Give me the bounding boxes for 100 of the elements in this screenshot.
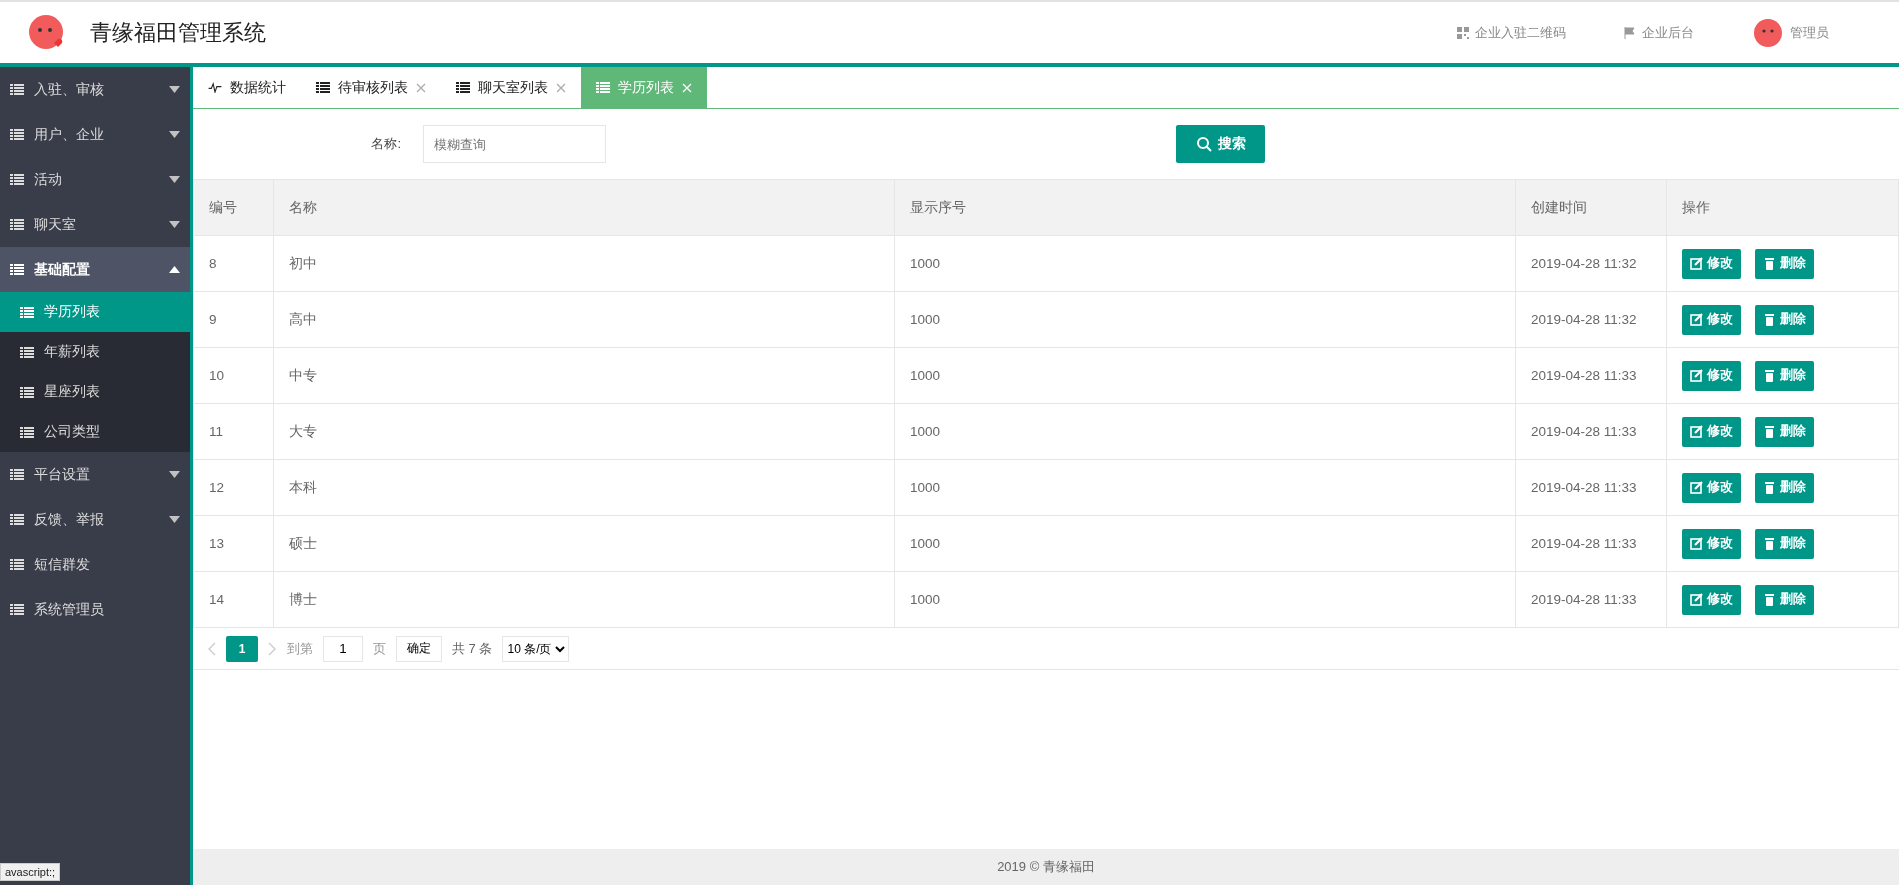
user-name[interactable]: 管理员 [1790, 23, 1829, 42]
footer-text: 2019 © 青缘福田 [193, 849, 1899, 885]
search-icon [1195, 136, 1212, 152]
avatar-icon [1752, 16, 1784, 49]
goto-label: 到第 [287, 639, 313, 658]
delete-button[interactable]: 删除 [1755, 472, 1814, 503]
trash-icon [1763, 481, 1776, 494]
delete-button[interactable]: 删除 [1755, 416, 1814, 447]
link-label: 企业入驻二维码 [1475, 23, 1566, 42]
edit-button[interactable]: 修改 [1682, 472, 1741, 503]
list-icon [10, 84, 24, 95]
sidebar-item[interactable]: 入驻、审核 [0, 67, 190, 112]
list-icon [10, 264, 24, 275]
table-cell: 2019-04-28 11:32 [1515, 235, 1667, 292]
column-header: 操作 [1666, 179, 1899, 236]
sidebar-item[interactable]: 基础配置 [0, 247, 190, 292]
tab[interactable]: 学历列表 [581, 67, 707, 108]
list-icon [456, 82, 470, 93]
qrcode-icon [1457, 26, 1469, 39]
list-icon [10, 559, 24, 570]
submenu-item[interactable]: 星座列表 [0, 372, 190, 412]
sidebar-item[interactable]: 聊天室 [0, 202, 190, 247]
table-cell: 1000 [894, 291, 1516, 348]
caret-icon [169, 221, 180, 228]
edit-button[interactable]: 修改 [1682, 248, 1741, 279]
pulse-icon [208, 82, 222, 93]
link-label: 企业后台 [1642, 23, 1694, 42]
trash-icon [1763, 369, 1776, 382]
table-cell: 初中 [273, 235, 895, 292]
sidebar-item[interactable]: 活动 [0, 157, 190, 202]
table-cell: 12 [193, 459, 274, 516]
sidebar-item[interactable]: 反馈、举报 [0, 497, 190, 542]
edit-button[interactable]: 修改 [1682, 528, 1741, 559]
page-unit: 页 [373, 639, 386, 658]
search-button[interactable]: 搜索 [1176, 125, 1265, 163]
table-cell: 14 [193, 571, 274, 628]
page-number[interactable]: 1 [226, 635, 258, 662]
list-icon [10, 514, 24, 525]
trash-icon [1763, 593, 1776, 606]
table-cell: 1000 [894, 515, 1516, 572]
table-cell: 1000 [894, 403, 1516, 460]
edit-button[interactable]: 修改 [1682, 416, 1741, 447]
edit-icon [1690, 369, 1703, 382]
tab[interactable]: 聊天室列表 [441, 67, 581, 108]
field-label: 名称: [370, 135, 402, 153]
table-cell: 大专 [273, 403, 895, 460]
table-cell: 中专 [273, 347, 895, 404]
edit-button[interactable]: 修改 [1682, 584, 1741, 615]
page-size-select[interactable]: 10 条/页 [502, 635, 570, 662]
column-header: 编号 [193, 179, 274, 236]
table-cell: 2019-04-28 11:33 [1515, 571, 1667, 628]
delete-button[interactable]: 删除 [1755, 584, 1814, 615]
page-input[interactable]: 1 [323, 635, 363, 662]
caret-icon [169, 471, 180, 478]
submenu-item[interactable]: 公司类型 [0, 412, 190, 452]
list-icon [10, 174, 24, 185]
trash-icon [1763, 313, 1776, 326]
delete-button[interactable]: 删除 [1755, 248, 1814, 279]
table-cell: 硕士 [273, 515, 895, 572]
table-cell: 2019-04-28 11:32 [1515, 291, 1667, 348]
sidebar-item[interactable]: 短信群发 [0, 542, 190, 587]
list-icon [10, 129, 24, 140]
table-cell: 高中 [273, 291, 895, 348]
caret-icon [169, 266, 180, 273]
list-icon [596, 82, 610, 93]
table-cell: 8 [193, 235, 274, 292]
total-count: 共 7 条 [452, 639, 493, 658]
edit-icon [1690, 257, 1703, 270]
submenu-item[interactable]: 学历列表 [0, 292, 190, 332]
column-header: 创建时间 [1515, 179, 1667, 236]
sidebar-item[interactable]: 平台设置 [0, 452, 190, 497]
table-cell: 2019-04-28 11:33 [1515, 347, 1667, 404]
list-icon [10, 469, 24, 480]
list-icon [316, 82, 330, 93]
search-field[interactable]: 模糊查询 [423, 125, 606, 163]
header-link[interactable]: 企业入驻二维码 [1457, 23, 1566, 42]
confirm-button[interactable]: 确定 [396, 635, 442, 662]
tab[interactable]: 数据统计 [193, 67, 301, 108]
edit-icon [1690, 593, 1703, 606]
table-cell: 博士 [273, 571, 895, 628]
close-icon [556, 82, 566, 93]
edit-button[interactable]: 修改 [1682, 304, 1741, 335]
flag-icon [1624, 26, 1636, 39]
edit-button[interactable]: 修改 [1682, 360, 1741, 391]
delete-button[interactable]: 删除 [1755, 304, 1814, 335]
submenu-item[interactable]: 年薪列表 [0, 332, 190, 372]
close-icon [416, 82, 426, 93]
delete-button[interactable]: 删除 [1755, 528, 1814, 559]
caret-icon [169, 86, 180, 93]
list-icon [10, 604, 24, 615]
chevron-right-icon [268, 641, 277, 656]
sidebar-item[interactable]: 系统管理员 [0, 587, 190, 632]
chevron-left-icon [207, 641, 216, 656]
list-icon [20, 306, 34, 318]
header-link[interactable]: 企业后台 [1624, 23, 1694, 42]
column-header: 显示序号 [894, 179, 1516, 236]
sidebar-item[interactable]: 用户、企业 [0, 112, 190, 157]
delete-button[interactable]: 删除 [1755, 360, 1814, 391]
table-cell: 9 [193, 291, 274, 348]
tab[interactable]: 待审核列表 [301, 67, 441, 108]
